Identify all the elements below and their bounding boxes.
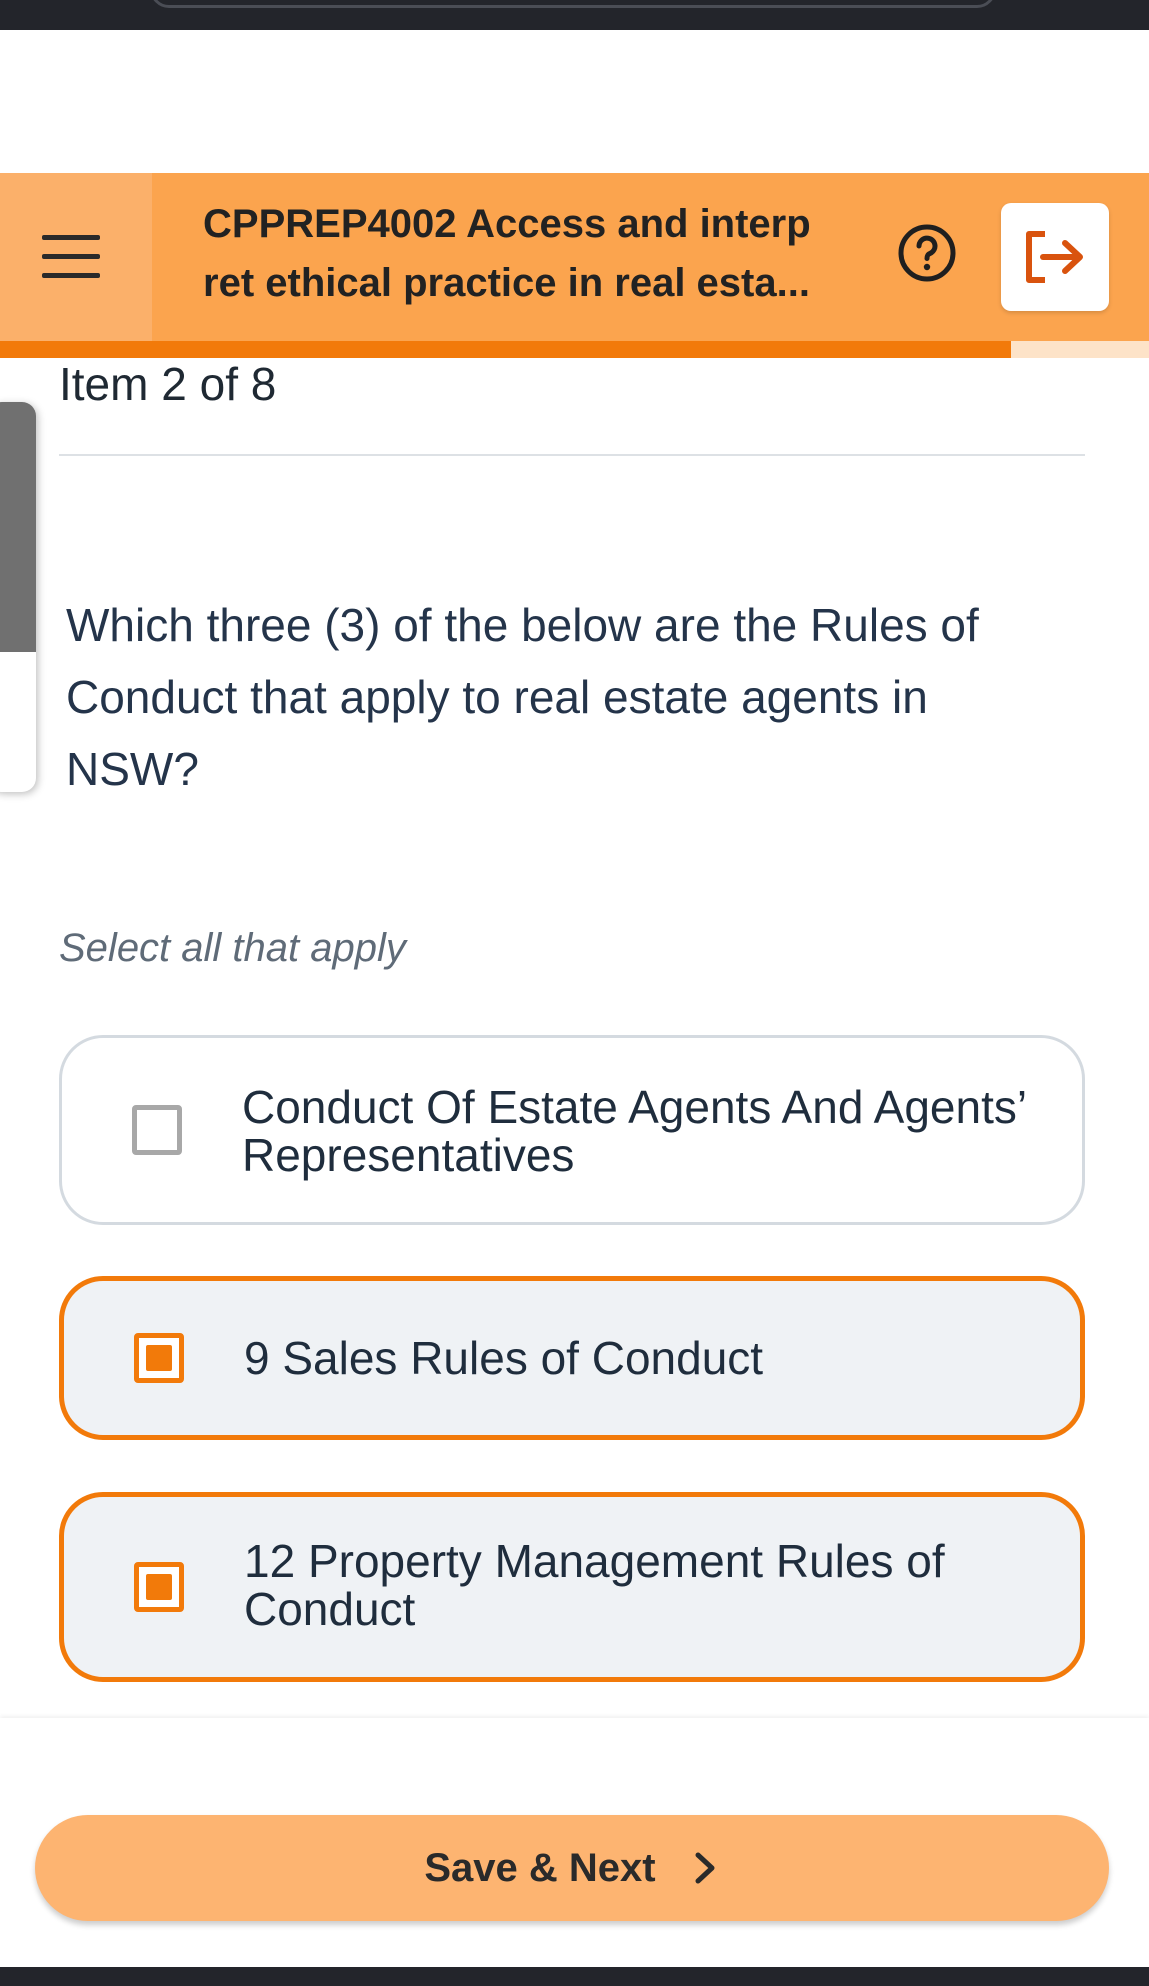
save-next-button[interactable]: Save & Next bbox=[35, 1815, 1109, 1921]
option-1[interactable]: Conduct Of Estate Agents And Agents’ Rep… bbox=[59, 1035, 1085, 1225]
progress-bar-fill bbox=[0, 341, 1012, 358]
option-3[interactable]: 12 Property Management Rules of Conduct bbox=[59, 1492, 1085, 1682]
progress-bar bbox=[0, 341, 1149, 358]
checkbox-checked[interactable] bbox=[134, 1333, 184, 1383]
logout-arrow-icon bbox=[1026, 231, 1083, 283]
chevron-right-icon bbox=[695, 1852, 715, 1884]
navigation-bar bbox=[0, 1967, 1149, 1986]
menu-button[interactable] bbox=[0, 173, 152, 341]
exit-button[interactable] bbox=[1001, 203, 1109, 311]
item-counter: Item 2 of 8 bbox=[59, 358, 277, 410]
question-text: Which three (3) of the below are the Rul… bbox=[66, 599, 979, 795]
hamburger-menu-icon bbox=[42, 235, 100, 279]
side-drawer-handle[interactable] bbox=[0, 402, 36, 792]
option-label: 9 Sales Rules of Conduct bbox=[244, 1332, 764, 1384]
option-label: Conduct Of Estate Agents And Agents’ Rep… bbox=[242, 1081, 1026, 1181]
app-header: CPPREP4002 Access and interp ret ethical… bbox=[0, 173, 1149, 341]
checkbox-checked[interactable] bbox=[134, 1562, 184, 1612]
question-circle-icon[interactable] bbox=[898, 224, 956, 282]
save-next-label: Save & Next bbox=[424, 1845, 656, 1890]
url-pill bbox=[150, 0, 996, 8]
status-bar bbox=[0, 0, 1149, 30]
divider bbox=[59, 454, 1085, 456]
option-2[interactable]: 9 Sales Rules of Conduct bbox=[59, 1276, 1085, 1440]
course-title: CPPREP4002 Access and interp ret ethical… bbox=[203, 202, 811, 305]
checkbox-unchecked[interactable] bbox=[132, 1105, 182, 1155]
option-label: 12 Property Management Rules of Conduct bbox=[244, 1535, 945, 1635]
select-hint: Select all that apply bbox=[59, 926, 406, 970]
